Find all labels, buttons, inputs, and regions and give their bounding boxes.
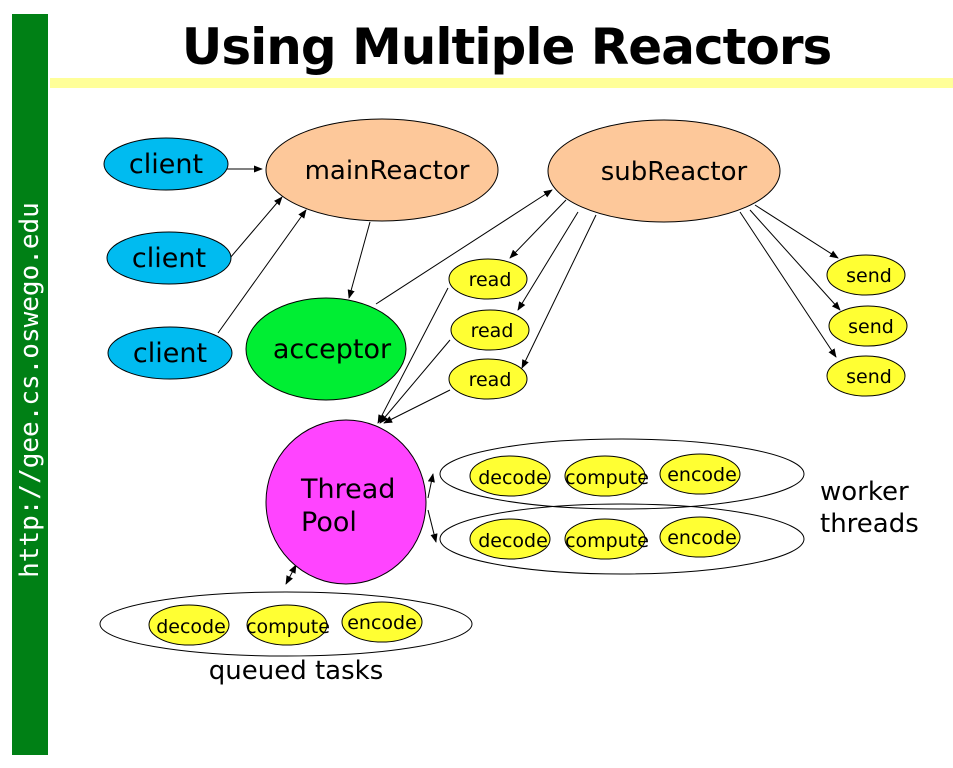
task-label: decode [156, 616, 226, 638]
edge-pool-queue [285, 564, 297, 585]
main-reactor-label: mainReactor [305, 156, 470, 186]
send-node: send [826, 355, 906, 397]
client-node: client [107, 326, 233, 380]
task-label: compute [246, 616, 330, 638]
send-label: send [846, 265, 892, 287]
task-label: decode [478, 530, 548, 552]
read-label: read [469, 369, 512, 391]
read-label: read [471, 320, 514, 342]
acceptor-node: acceptor [245, 297, 407, 401]
sub-reactor-node: subReactor [547, 119, 781, 223]
read-node: read [448, 358, 528, 400]
worker-threads-label-line2: threads [820, 509, 919, 539]
queued-tasks-group: decode compute encode [99, 591, 473, 657]
client-node: client [103, 137, 229, 191]
send-node: send [828, 305, 908, 347]
task-label: encode [667, 464, 737, 486]
thread-pool-node: Thread Pool [265, 419, 427, 585]
queued-tasks-label: queued tasks [209, 656, 384, 686]
worker-threads-label-line1: worker [820, 477, 909, 507]
task-label: compute [565, 467, 649, 489]
edge-main-acceptor [347, 221, 371, 299]
edge-sub-read2 [517, 211, 579, 311]
edge-sub-send1 [754, 204, 839, 259]
send-label: send [846, 366, 892, 388]
send-label: send [848, 316, 894, 338]
client-node: client [106, 231, 232, 285]
read-label: read [469, 269, 512, 291]
read-node: read [450, 309, 530, 351]
edge-pool-worker1 [427, 473, 435, 499]
task-label: decode [478, 467, 548, 489]
edge-pool-worker2 [427, 509, 438, 543]
thread-pool-label-line2: Pool [301, 507, 357, 538]
edge-client2-main [229, 196, 283, 259]
task-label: compute [565, 530, 649, 552]
task-label: encode [347, 612, 417, 634]
sub-reactor-label: subReactor [601, 157, 748, 187]
acceptor-label: acceptor [273, 334, 392, 365]
main-reactor-node: mainReactor [265, 118, 499, 222]
worker-thread-group: decode compute encode [439, 438, 805, 510]
edge-sub-read1 [509, 199, 567, 259]
client-label: client [133, 338, 207, 369]
client-label: client [132, 243, 206, 274]
read-node: read [448, 258, 528, 300]
client-label: client [129, 149, 203, 180]
reactor-diagram: client client client mainReactor subReac… [99, 118, 919, 686]
send-node: send [826, 254, 906, 296]
worker-thread-group: decode compute encode [439, 503, 805, 575]
thread-pool-label-line1: Thread [300, 474, 395, 505]
edge-sub-send3 [739, 211, 837, 358]
edge-sub-read3 [521, 214, 597, 369]
task-label: encode [667, 527, 737, 549]
